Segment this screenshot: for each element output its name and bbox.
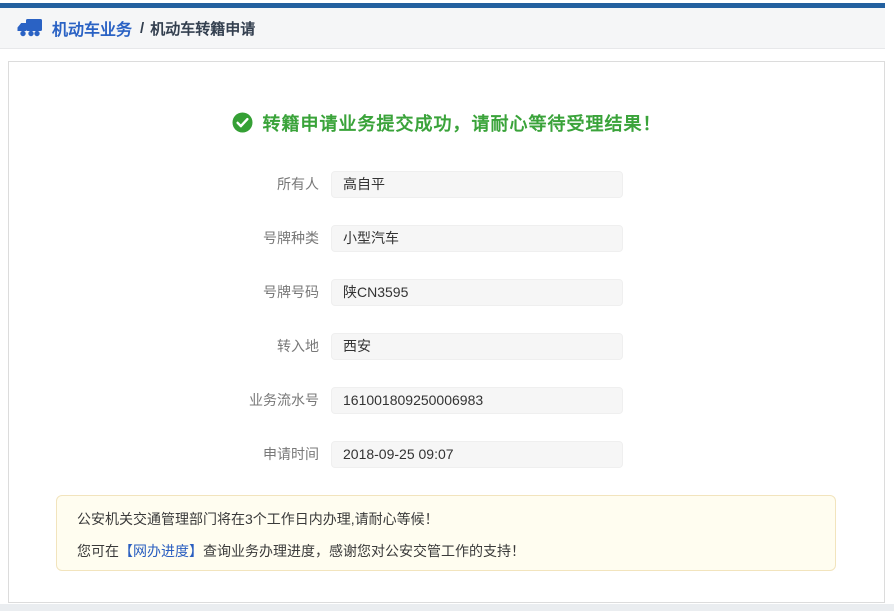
apply-time-value: 2018-09-25 09:07 bbox=[331, 441, 623, 468]
success-check-icon bbox=[232, 112, 253, 133]
success-message: 转籍申请业务提交成功，请耐心等待受理结果！ bbox=[263, 110, 662, 136]
success-banner: 转籍申请业务提交成功，请耐心等待受理结果！ bbox=[9, 109, 884, 136]
field-label: 业务流水号 bbox=[164, 387, 319, 414]
form-row-plate-type: 号牌种类 小型汽车 bbox=[164, 225, 884, 252]
breadcrumb-header: 机动车业务 / 机动车转籍申请 bbox=[0, 8, 885, 49]
breadcrumb-section: 机动车业务 bbox=[52, 16, 132, 40]
plate-type-value: 小型汽车 bbox=[331, 225, 623, 252]
field-label: 转入地 bbox=[164, 333, 319, 360]
form-row-owner: 所有人 高自平 bbox=[164, 171, 884, 198]
form-row-destination: 转入地 西安 bbox=[164, 333, 884, 360]
owner-value: 高自平 bbox=[331, 171, 623, 198]
result-panel: 转籍申请业务提交成功，请耐心等待受理结果！ 所有人 高自平 号牌种类 小型汽车 … bbox=[8, 61, 885, 603]
serial-number-value: 161001809250006983 bbox=[331, 387, 623, 414]
page-bottom-strip bbox=[0, 604, 894, 611]
form-row-apply-time: 申请时间 2018-09-25 09:07 bbox=[164, 441, 884, 468]
notice-line-2: 您可在【网办进度】查询业务办理进度，感谢您对公安交管工作的支持！ bbox=[77, 540, 815, 562]
form-row-plate-number: 号牌号码 陕CN3595 bbox=[164, 279, 884, 306]
destination-value: 西安 bbox=[331, 333, 623, 360]
field-label: 所有人 bbox=[164, 171, 319, 198]
notice-box: 公安机关交通管理部门将在3个工作日内办理,请耐心等候！ 您可在【网办进度】查询业… bbox=[56, 495, 836, 571]
notice-line-2-suffix: 查询业务办理进度，感谢您对公安交管工作的支持！ bbox=[203, 543, 525, 559]
notice-line-1: 公安机关交通管理部门将在3个工作日内办理,请耐心等候！ bbox=[77, 508, 815, 530]
truck-icon bbox=[16, 18, 43, 39]
online-progress-link[interactable]: 【网办进度】 bbox=[119, 543, 203, 559]
field-label: 号牌种类 bbox=[164, 225, 319, 252]
field-label: 申请时间 bbox=[164, 441, 319, 468]
breadcrumb-current-page: 机动车转籍申请 bbox=[150, 18, 255, 39]
breadcrumb-separator: / bbox=[140, 20, 144, 37]
form-row-serial-number: 业务流水号 161001809250006983 bbox=[164, 387, 884, 414]
application-summary-form: 所有人 高自平 号牌种类 小型汽车 号牌号码 陕CN3595 转入地 西安 业务… bbox=[164, 171, 884, 468]
notice-line-2-prefix: 您可在 bbox=[77, 543, 119, 559]
plate-number-value: 陕CN3595 bbox=[331, 279, 623, 306]
field-label: 号牌号码 bbox=[164, 279, 319, 306]
